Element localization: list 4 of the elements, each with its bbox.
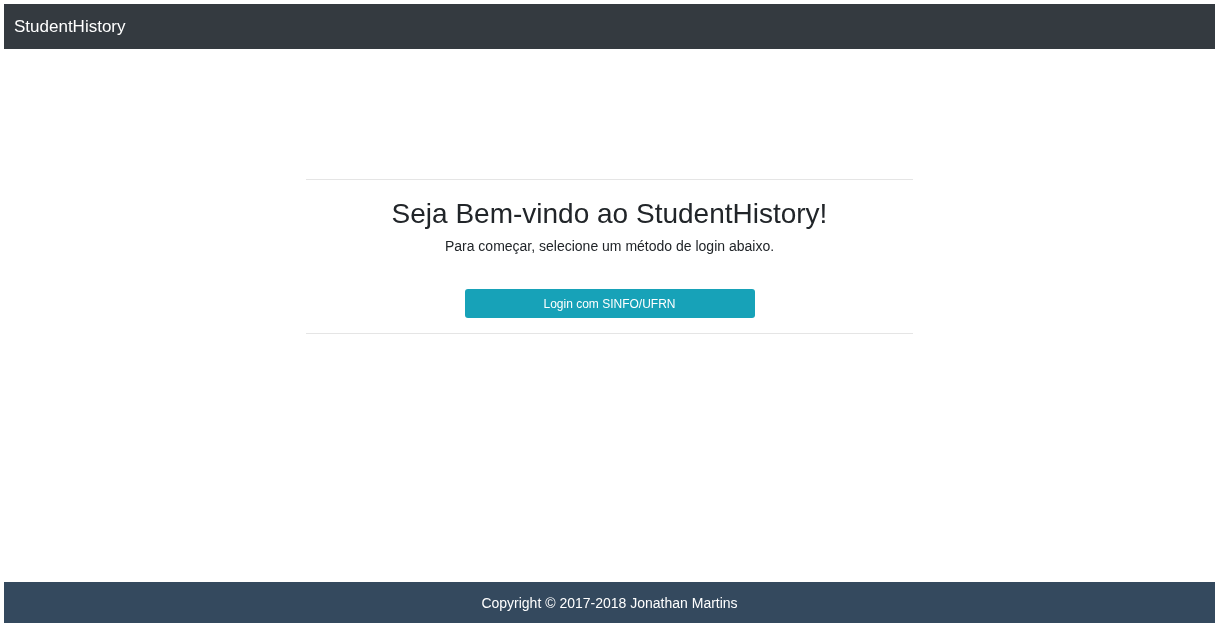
brand-link[interactable]: StudentHistory bbox=[14, 16, 126, 37]
copyright-text: Copyright © 2017-2018 Jonathan Martins bbox=[481, 594, 738, 611]
welcome-subtitle: Para começar, selecione um método de login abaixo. bbox=[444, 238, 775, 254]
welcome-title: Seja Bem-vindo ao StudentHistory! bbox=[391, 198, 828, 230]
